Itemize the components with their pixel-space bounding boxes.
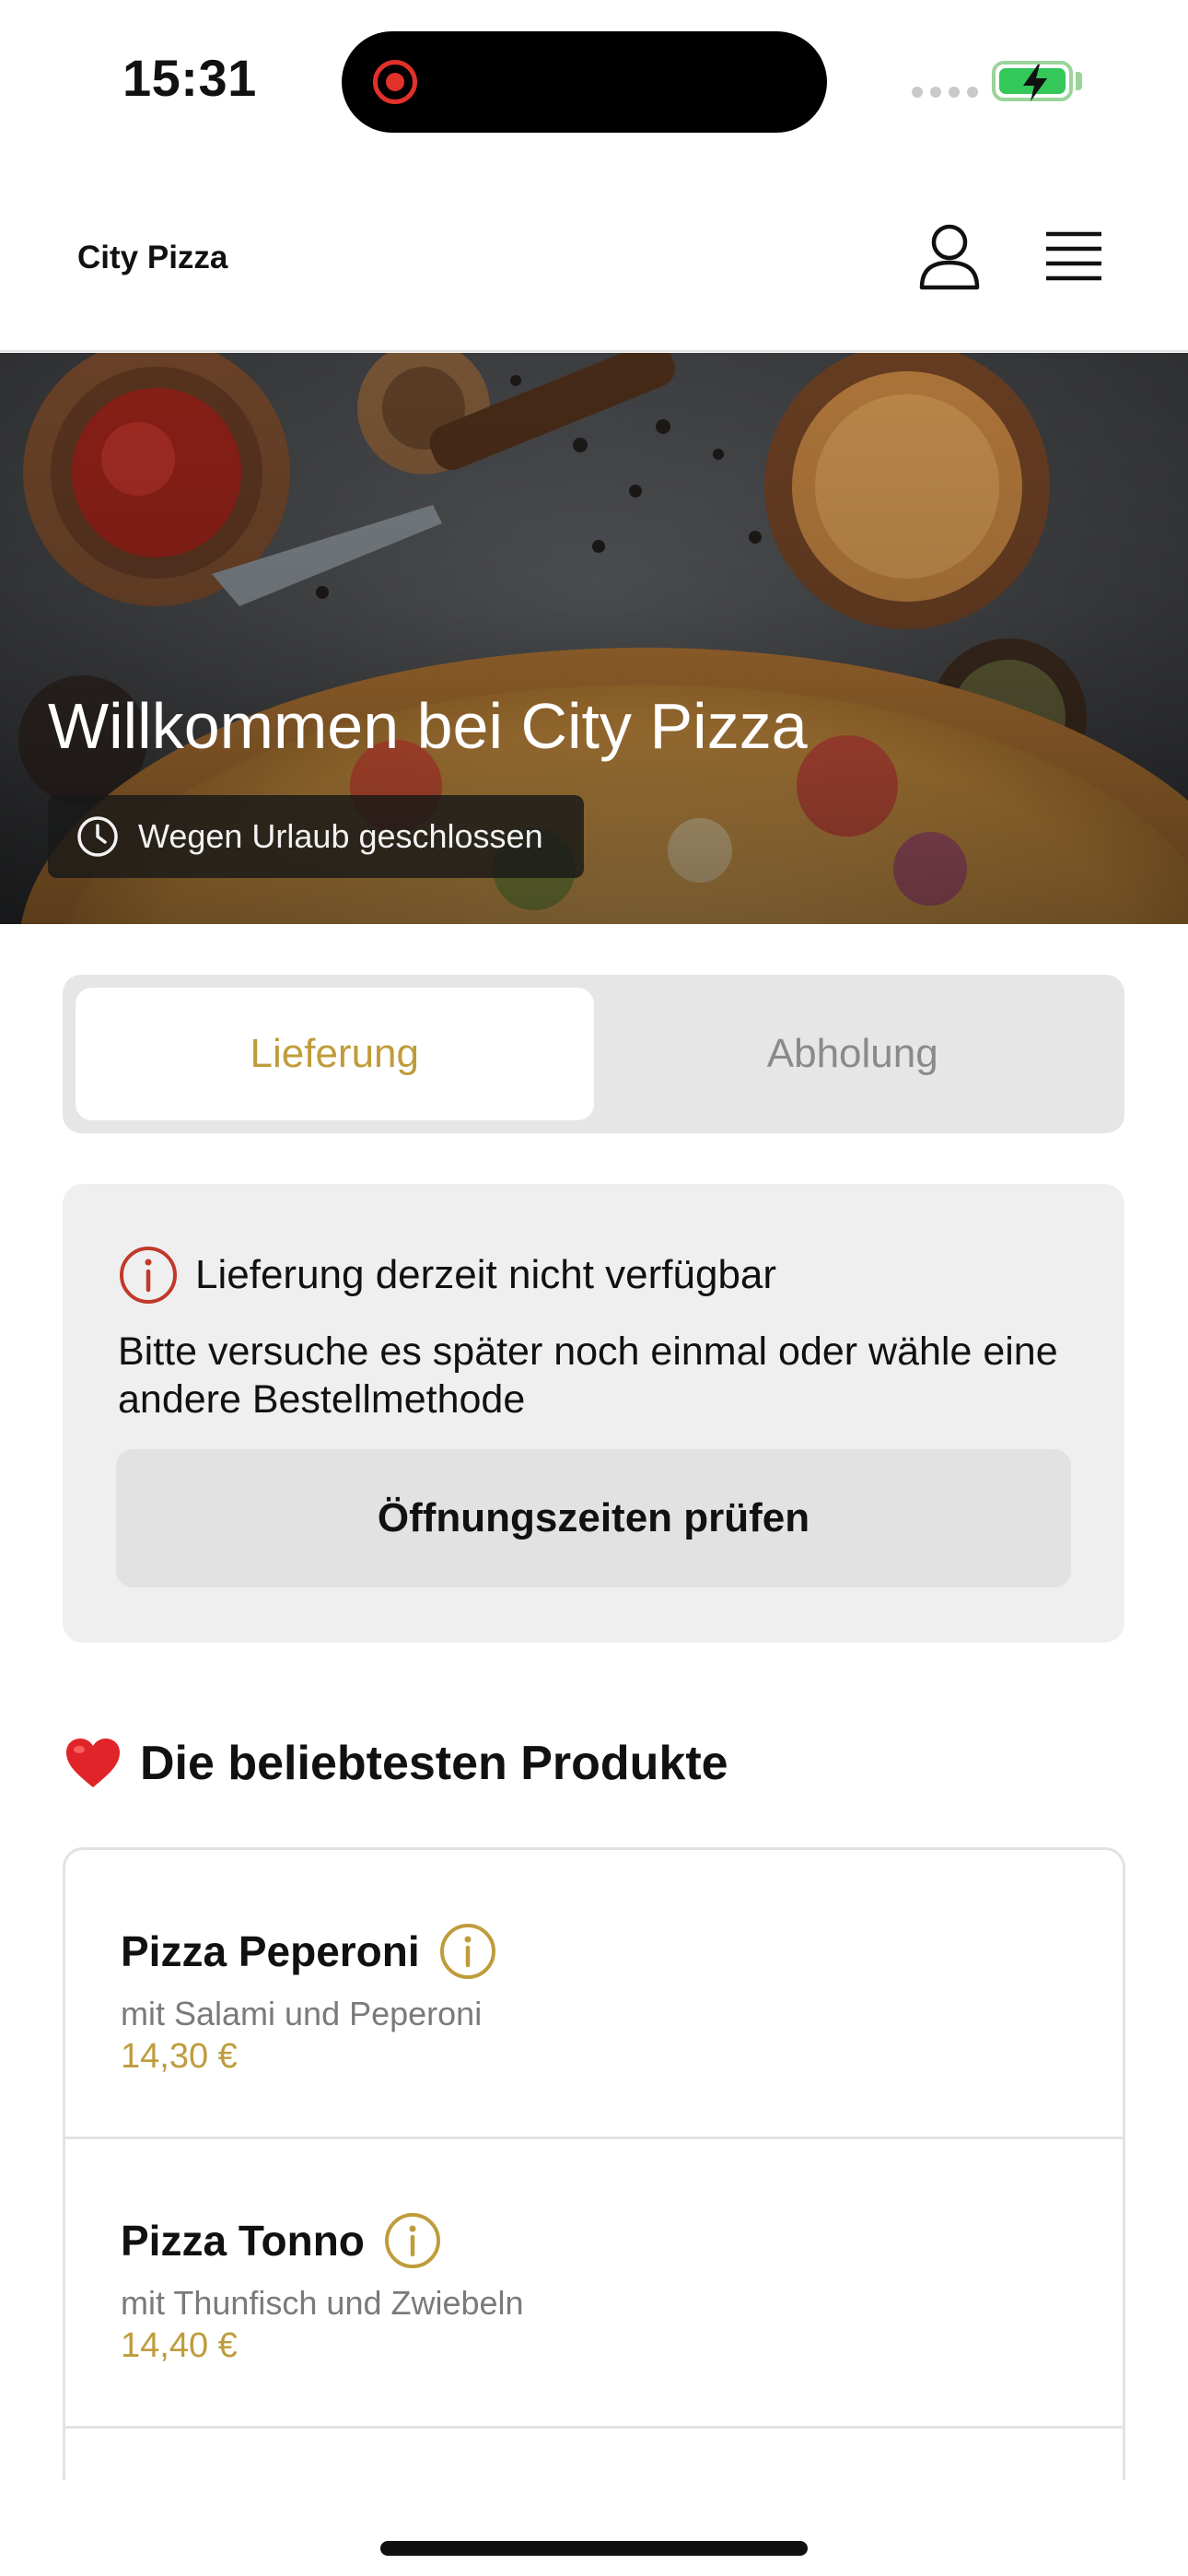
home-indicator[interactable] [380,2541,808,2556]
heart-icon [66,1739,120,1787]
notice-body: Bitte versuche es später noch einmal ode… [118,1329,1058,1422]
product-name-row: Pizza Peperoni [121,1922,497,1981]
menu-icon [1046,231,1101,281]
product-item[interactable]: Pizza Tonno mit Thunfisch und Zwiebeln 1… [65,2139,1123,2429]
battery-cap [1076,72,1082,90]
tab-delivery[interactable]: Lieferung [76,988,594,1120]
product-item[interactable]: Pizza Peperoni mit Salami und Peperoni 1… [65,1850,1123,2139]
order-mode-switch: Lieferung Abholung [63,975,1124,1133]
info-icon[interactable] [438,1922,497,1981]
status-time: 15:31 [122,49,257,107]
menu-button[interactable] [1041,228,1107,284]
product-name: Pizza Peperoni [121,1927,420,1975]
charging-bolt-icon [1023,64,1047,101]
product-name-row: Pizza Tonno [121,2211,442,2270]
notice-title: Lieferung derzeit nicht verfügbar [195,1252,777,1297]
hero-banner: Willkommen bei City Pizza Wegen Urlaub g… [0,353,1188,924]
info-icon[interactable] [383,2211,442,2270]
closed-status-badge: Wegen Urlaub geschlossen [48,795,584,878]
product-description: mit Thunfisch und Zwiebeln [121,2284,524,2322]
clock-icon [77,816,118,857]
status-bar: 15:31 [0,0,1188,157]
screen-recording-icon [373,60,417,104]
brand-title[interactable]: City Pizza [77,240,227,276]
info-icon [120,1247,177,1304]
dynamic-island [342,31,827,133]
product-description: mit Salami und Peperoni [121,1995,483,2032]
user-icon [919,224,980,290]
section-title: Die beliebtesten Produkte [140,1737,728,1790]
battery-icon [992,61,1073,101]
cellular-signal-icon [912,87,978,98]
product-price: 14,30 € [121,2037,238,2076]
tab-pickup[interactable]: Abholung [594,988,1112,1120]
popular-products-header: Die beliebtesten Produkte [64,1736,728,1791]
hero-title: Willkommen bei City Pizza [48,690,808,762]
product-list: Pizza Peperoni mit Salami und Peperoni 1… [63,1847,1125,2576]
notice-header: Lieferung derzeit nicht verfügbar [118,1245,776,1306]
delivery-unavailable-notice: Lieferung derzeit nicht verfügbar Bitte … [63,1184,1124,1643]
app-screen: 15:31 City Pizza Willkommen bei City Piz… [0,0,1188,2576]
product-name: Pizza Tonno [121,2217,365,2265]
bottom-safe-area [0,2480,1188,2576]
closed-status-text: Wegen Urlaub geschlossen [138,817,543,855]
app-header: City Pizza [0,157,1188,352]
check-opening-hours-button[interactable]: Öffnungszeiten prüfen [116,1449,1071,1587]
product-price: 14,40 € [121,2326,238,2365]
account-button[interactable] [916,221,983,291]
